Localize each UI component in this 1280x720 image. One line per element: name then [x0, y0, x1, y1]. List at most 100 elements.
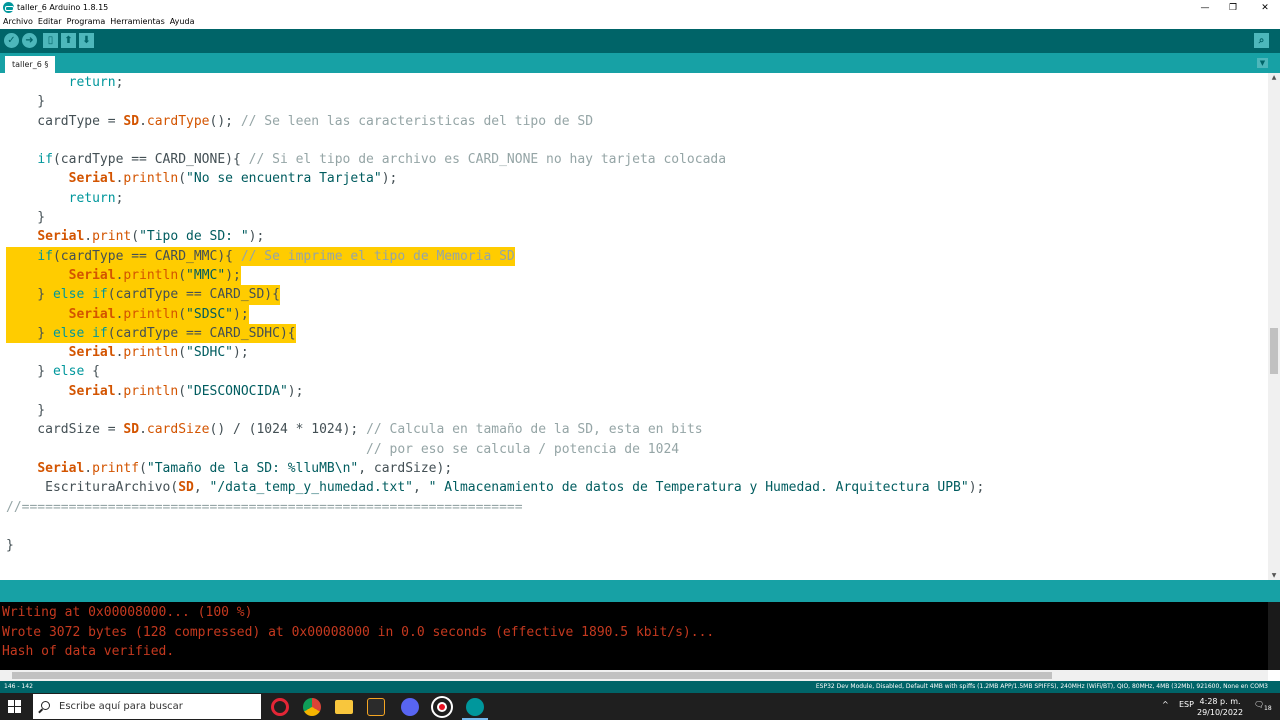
code-line[interactable]: } else {: [6, 362, 984, 381]
code-line[interactable]: Serial.print("Tipo de SD: ");: [6, 227, 984, 246]
code-text: }: [6, 403, 46, 419]
code-text: Serial.println("SDHC");: [68, 345, 249, 361]
notification-count: 18: [1264, 705, 1272, 712]
check-icon: ✓: [7, 35, 16, 46]
code-text: Serial.println("DESCONOCIDA");: [68, 383, 304, 399]
code-line[interactable]: Serial.println("DESCONOCIDA");: [6, 382, 984, 401]
record-icon[interactable]: [433, 698, 451, 716]
code-line[interactable]: if(cardType == CARD_MMC){ // Se imprime …: [6, 246, 984, 266]
chevron-up-icon[interactable]: ^: [1162, 700, 1169, 709]
code-line[interactable]: if(cardType == CARD_NONE){ // Si el tipo…: [6, 150, 984, 169]
menu-archivo[interactable]: Archivo: [3, 15, 33, 29]
code-text: cardSize = SD.cardSize() / (1024 * 1024)…: [6, 422, 703, 438]
open-button[interactable]: ⬆: [61, 33, 76, 48]
code-line[interactable]: } else if(cardType == CARD_SD){: [6, 285, 984, 305]
code-line[interactable]: cardType = SD.cardType(); // Se leen las…: [6, 112, 984, 131]
board-info: ESP32 Dev Module, Disabled, Default 4MB …: [815, 683, 1268, 690]
minimize-button[interactable]: —: [1190, 0, 1220, 15]
code-line[interactable]: }: [6, 536, 984, 555]
code-text: Serial.println("No se encuentra Tarjeta"…: [68, 171, 398, 187]
menu-ayuda[interactable]: Ayuda: [170, 15, 195, 29]
clock[interactable]: 4:28 p. m. 29/10/2022: [1197, 696, 1243, 718]
app-icon[interactable]: [367, 698, 385, 716]
code-text: }: [6, 210, 46, 226]
console-vertical-scrollbar[interactable]: [1268, 602, 1280, 670]
new-button[interactable]: ▯: [43, 33, 58, 48]
code-line[interactable]: }: [6, 92, 984, 111]
code-line[interactable]: [6, 517, 984, 536]
code-line[interactable]: return;: [6, 189, 984, 208]
opera-icon[interactable]: [271, 698, 289, 716]
menu-editar[interactable]: Editar: [38, 15, 62, 29]
maximize-button[interactable]: ❐: [1218, 0, 1248, 15]
scroll-up-icon[interactable]: ▲: [1268, 74, 1280, 81]
output-console[interactable]: Writing at 0x00008000... (100 %) Wrote 3…: [0, 602, 1268, 670]
arduino-logo-icon: [3, 2, 14, 13]
windows-start-icon[interactable]: [8, 700, 22, 714]
code-text: return;: [68, 75, 124, 90]
search-placeholder: Escribe aquí para buscar: [59, 701, 183, 712]
editor-vertical-scrollbar[interactable]: ▲ ▼: [1268, 73, 1280, 580]
clock-date: 29/10/2022: [1197, 708, 1244, 717]
code-line[interactable]: [6, 131, 984, 150]
code-text: Serial.printf("Tamaño de la SD: %lluMB\n…: [37, 460, 453, 476]
code-text: }: [6, 538, 14, 554]
arduino-taskbar-icon[interactable]: [466, 698, 484, 716]
new-file-icon: ▯: [47, 35, 54, 46]
scroll-thumb[interactable]: [12, 672, 1052, 679]
code-text: } else if(cardType == CARD_SDHC){: [6, 323, 296, 344]
console-line: Wrote 3072 bytes (128 compressed) at 0x0…: [2, 624, 715, 640]
line-number: 146 - 142: [4, 683, 33, 690]
message-strip: [0, 580, 1280, 602]
code-line[interactable]: EscrituraArchivo(SD, "/data_temp_y_humed…: [6, 478, 984, 497]
code-line[interactable]: Serial.println("SDSC");: [6, 304, 984, 324]
scroll-down-icon[interactable]: ▼: [1268, 572, 1280, 579]
code-line[interactable]: Serial.println("No se encuentra Tarjeta"…: [6, 169, 984, 188]
taskbar-search[interactable]: Escribe aquí para buscar: [33, 694, 261, 719]
search-icon: [41, 701, 50, 710]
code-text: if(cardType == CARD_NONE){ // Si el tipo…: [37, 152, 727, 168]
messenger-icon[interactable]: [401, 698, 419, 716]
taskbar: Escribe aquí para buscar ^ ESP 4:28 p. m…: [0, 693, 1280, 720]
code-text: Serial.println("SDSC");: [6, 304, 249, 324]
tab-taller-6[interactable]: taller_6 §: [5, 56, 56, 73]
code-line[interactable]: }: [6, 401, 984, 420]
tab-bar: taller_6 § ▼: [0, 53, 1280, 73]
arrow-right-icon: ➜: [25, 35, 34, 46]
tab-menu-button[interactable]: ▼: [1257, 58, 1268, 68]
verify-button[interactable]: ✓: [4, 33, 19, 48]
menu-programa[interactable]: Programa: [67, 15, 106, 29]
code-line[interactable]: cardSize = SD.cardSize() / (1024 * 1024)…: [6, 420, 984, 439]
serial-monitor-button[interactable]: ⌕: [1254, 33, 1269, 48]
close-button[interactable]: ✕: [1250, 0, 1280, 15]
code-line[interactable]: Serial.println("SDHC");: [6, 343, 984, 362]
code-text: return;: [68, 190, 124, 206]
console-horizontal-scrollbar[interactable]: [0, 670, 1268, 681]
status-bar: 146 - 142 ESP32 Dev Module, Disabled, De…: [0, 681, 1280, 693]
code-line[interactable]: return;: [6, 73, 984, 92]
code-line[interactable]: //======================================…: [6, 498, 984, 517]
language-indicator[interactable]: ESP: [1179, 700, 1194, 709]
code-line[interactable]: // por eso se calcula / potencia de 1024: [6, 440, 984, 459]
code-line[interactable]: Serial.println("MMC");: [6, 265, 984, 286]
code-editor[interactable]: return; } cardType = SD.cardType(); // S…: [0, 73, 1268, 580]
code-text: }: [6, 94, 46, 110]
code-text: if(cardType == CARD_MMC){ // Se imprime …: [6, 246, 515, 266]
notification-icon[interactable]: 🗨: [1254, 700, 1264, 709]
save-button[interactable]: ⬇: [79, 33, 94, 48]
scroll-thumb[interactable]: [1270, 328, 1278, 374]
menu-herramientas[interactable]: Herramientas: [110, 15, 165, 29]
console-line: Hash of data verified.: [2, 644, 175, 659]
code-line[interactable]: } else if(cardType == CARD_SDHC){: [6, 323, 984, 344]
toolbar: ✓ ➜ ▯ ⬆ ⬇ ⌕: [0, 29, 1280, 53]
window-title: taller_6 Arduino 1.8.15: [17, 3, 109, 12]
code-text: } else {: [6, 364, 100, 380]
chrome-icon[interactable]: [303, 698, 321, 716]
code-line[interactable]: }: [6, 208, 984, 227]
code-line[interactable]: Serial.printf("Tamaño de la SD: %lluMB\n…: [6, 459, 984, 478]
clock-time: 4:28 p. m.: [1199, 697, 1241, 706]
file-explorer-icon[interactable]: [335, 700, 353, 714]
upload-button[interactable]: ➜: [22, 33, 37, 48]
chevron-down-icon: ▼: [1259, 59, 1266, 67]
code-area[interactable]: return; } cardType = SD.cardType(); // S…: [6, 73, 984, 555]
